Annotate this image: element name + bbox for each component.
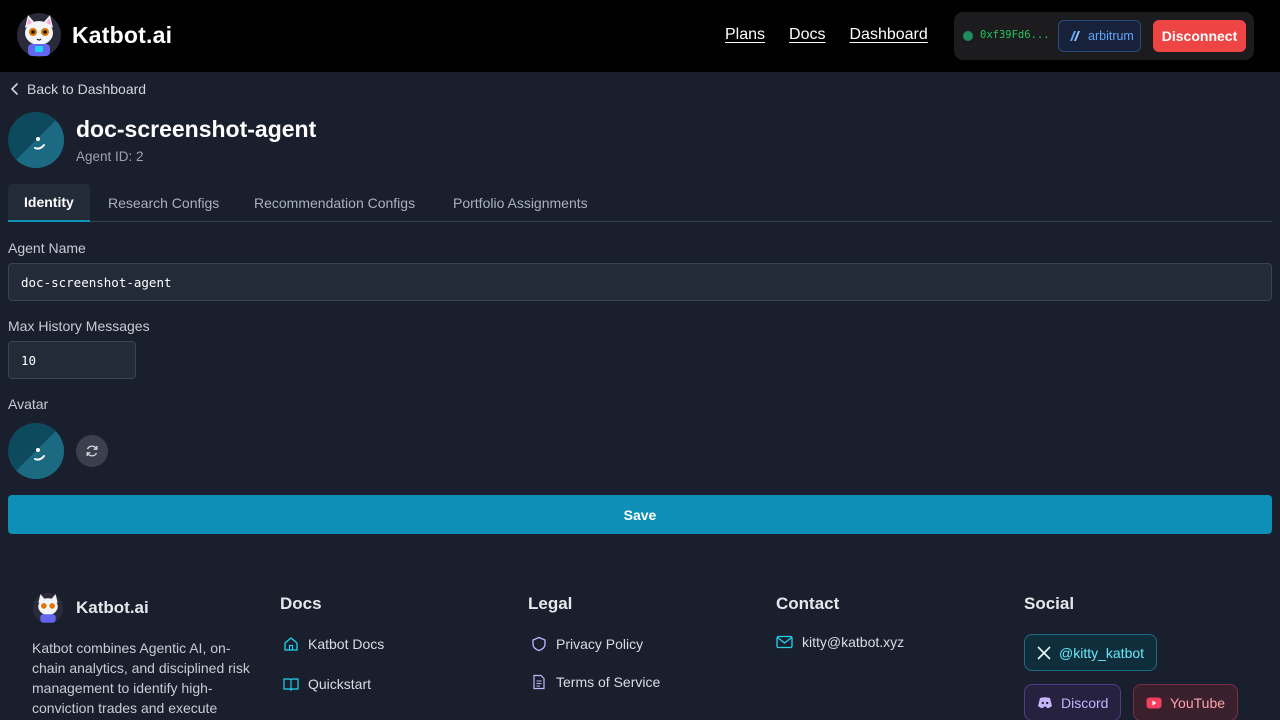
- discord-social-button[interactable]: Discord: [1024, 684, 1122, 720]
- agent-title: doc-screenshot-agent: [76, 116, 317, 142]
- footer-link-label: Quickstart: [308, 676, 372, 692]
- footer-description: Katbot combines Agentic AI, on-chain ana…: [32, 640, 250, 716]
- document-icon: [533, 674, 545, 690]
- avatar-label: Avatar: [8, 396, 49, 412]
- footer-link-label: Terms of Service: [556, 674, 661, 690]
- agent-avatar: [8, 112, 64, 168]
- max-history-label: Max History Messages: [8, 318, 150, 334]
- main-nav: Plans Docs Dashboard: [725, 26, 928, 44]
- chain-selector[interactable]: arbitrum: [1058, 20, 1141, 52]
- nav-plans-link[interactable]: Plans: [725, 26, 765, 44]
- cat-logo-icon: [17, 13, 61, 57]
- footer-social-heading: Social: [1024, 594, 1075, 613]
- agent-name-input[interactable]: doc-screenshot-agent: [8, 263, 1272, 301]
- youtube-social-button[interactable]: YouTube: [1133, 684, 1239, 720]
- brand-name: Katbot.ai: [72, 21, 173, 48]
- youtube-icon: [1146, 697, 1162, 708]
- x-handle: @kitty_katbot: [1059, 644, 1145, 661]
- footer-legal-heading: Legal: [528, 594, 573, 613]
- chain-label: arbitrum: [1088, 29, 1134, 43]
- cat-logo-icon: [32, 592, 64, 624]
- back-label: Back to Dashboard: [27, 81, 147, 97]
- x-logo-icon: [1037, 645, 1051, 660]
- avatar-preview: [8, 423, 64, 479]
- discord-label: Discord: [1061, 694, 1109, 711]
- footer-docs-heading: Docs: [280, 594, 322, 613]
- refresh-icon: [86, 445, 98, 457]
- footer-brand-name: Katbot.ai: [76, 598, 149, 617]
- shield-icon: [532, 636, 546, 652]
- nav-docs-link[interactable]: Docs: [789, 26, 825, 44]
- wallet-widget: 0xf39Fd6... arbitrum Disconnect: [954, 12, 1254, 60]
- disconnect-button[interactable]: Disconnect: [1153, 20, 1246, 52]
- footer-contact-heading: Contact: [776, 594, 840, 613]
- footer-terms-link[interactable]: Terms of Service: [531, 674, 660, 690]
- top-navbar: Katbot.ai Plans Docs Dashboard 0xf39Fd6.…: [0, 0, 1280, 72]
- mail-icon: [776, 635, 793, 649]
- nav-dashboard-link[interactable]: Dashboard: [849, 26, 927, 44]
- max-history-input[interactable]: 10: [8, 341, 136, 379]
- youtube-label: YouTube: [1170, 694, 1226, 711]
- discord-icon: [1038, 696, 1052, 708]
- agent-id: Agent ID: 2: [76, 149, 144, 164]
- footer-brand[interactable]: Katbot.ai: [32, 592, 149, 624]
- footer-email-link[interactable]: kitty@katbot.xyz: [776, 634, 904, 650]
- agent-tabs: Identity Research Configs Recommendation…: [8, 184, 1272, 222]
- footer-quickstart-link[interactable]: Quickstart: [283, 676, 371, 692]
- connection-status-dot: [963, 31, 973, 41]
- agent-name-label: Agent Name: [8, 240, 86, 256]
- x-social-button[interactable]: @kitty_katbot: [1024, 634, 1158, 671]
- tab-portfolio-assignments[interactable]: Portfolio Assignments: [453, 184, 588, 222]
- brand[interactable]: Katbot.ai: [16, 12, 172, 58]
- chevron-left-icon: [10, 83, 18, 95]
- back-to-dashboard-link[interactable]: Back to Dashboard: [10, 81, 146, 97]
- tab-recommendation-configs[interactable]: Recommendation Configs: [254, 184, 415, 222]
- footer-katbot-docs-link[interactable]: Katbot Docs: [283, 636, 384, 652]
- footer-link-label: Privacy Policy: [556, 636, 644, 652]
- footer-email-label: kitty@katbot.xyz: [802, 634, 905, 650]
- book-icon: [283, 678, 299, 691]
- arbitrum-icon: [1070, 31, 1080, 41]
- home-icon: [284, 637, 298, 651]
- regenerate-avatar-button[interactable]: [76, 435, 108, 467]
- tab-research-configs[interactable]: Research Configs: [108, 184, 219, 222]
- footer-link-label: Katbot Docs: [308, 636, 385, 652]
- tab-identity[interactable]: Identity: [8, 184, 90, 222]
- footer-privacy-link[interactable]: Privacy Policy: [531, 636, 643, 652]
- wallet-address[interactable]: 0xf39Fd6...: [980, 29, 1050, 41]
- save-button[interactable]: Save: [8, 495, 1272, 534]
